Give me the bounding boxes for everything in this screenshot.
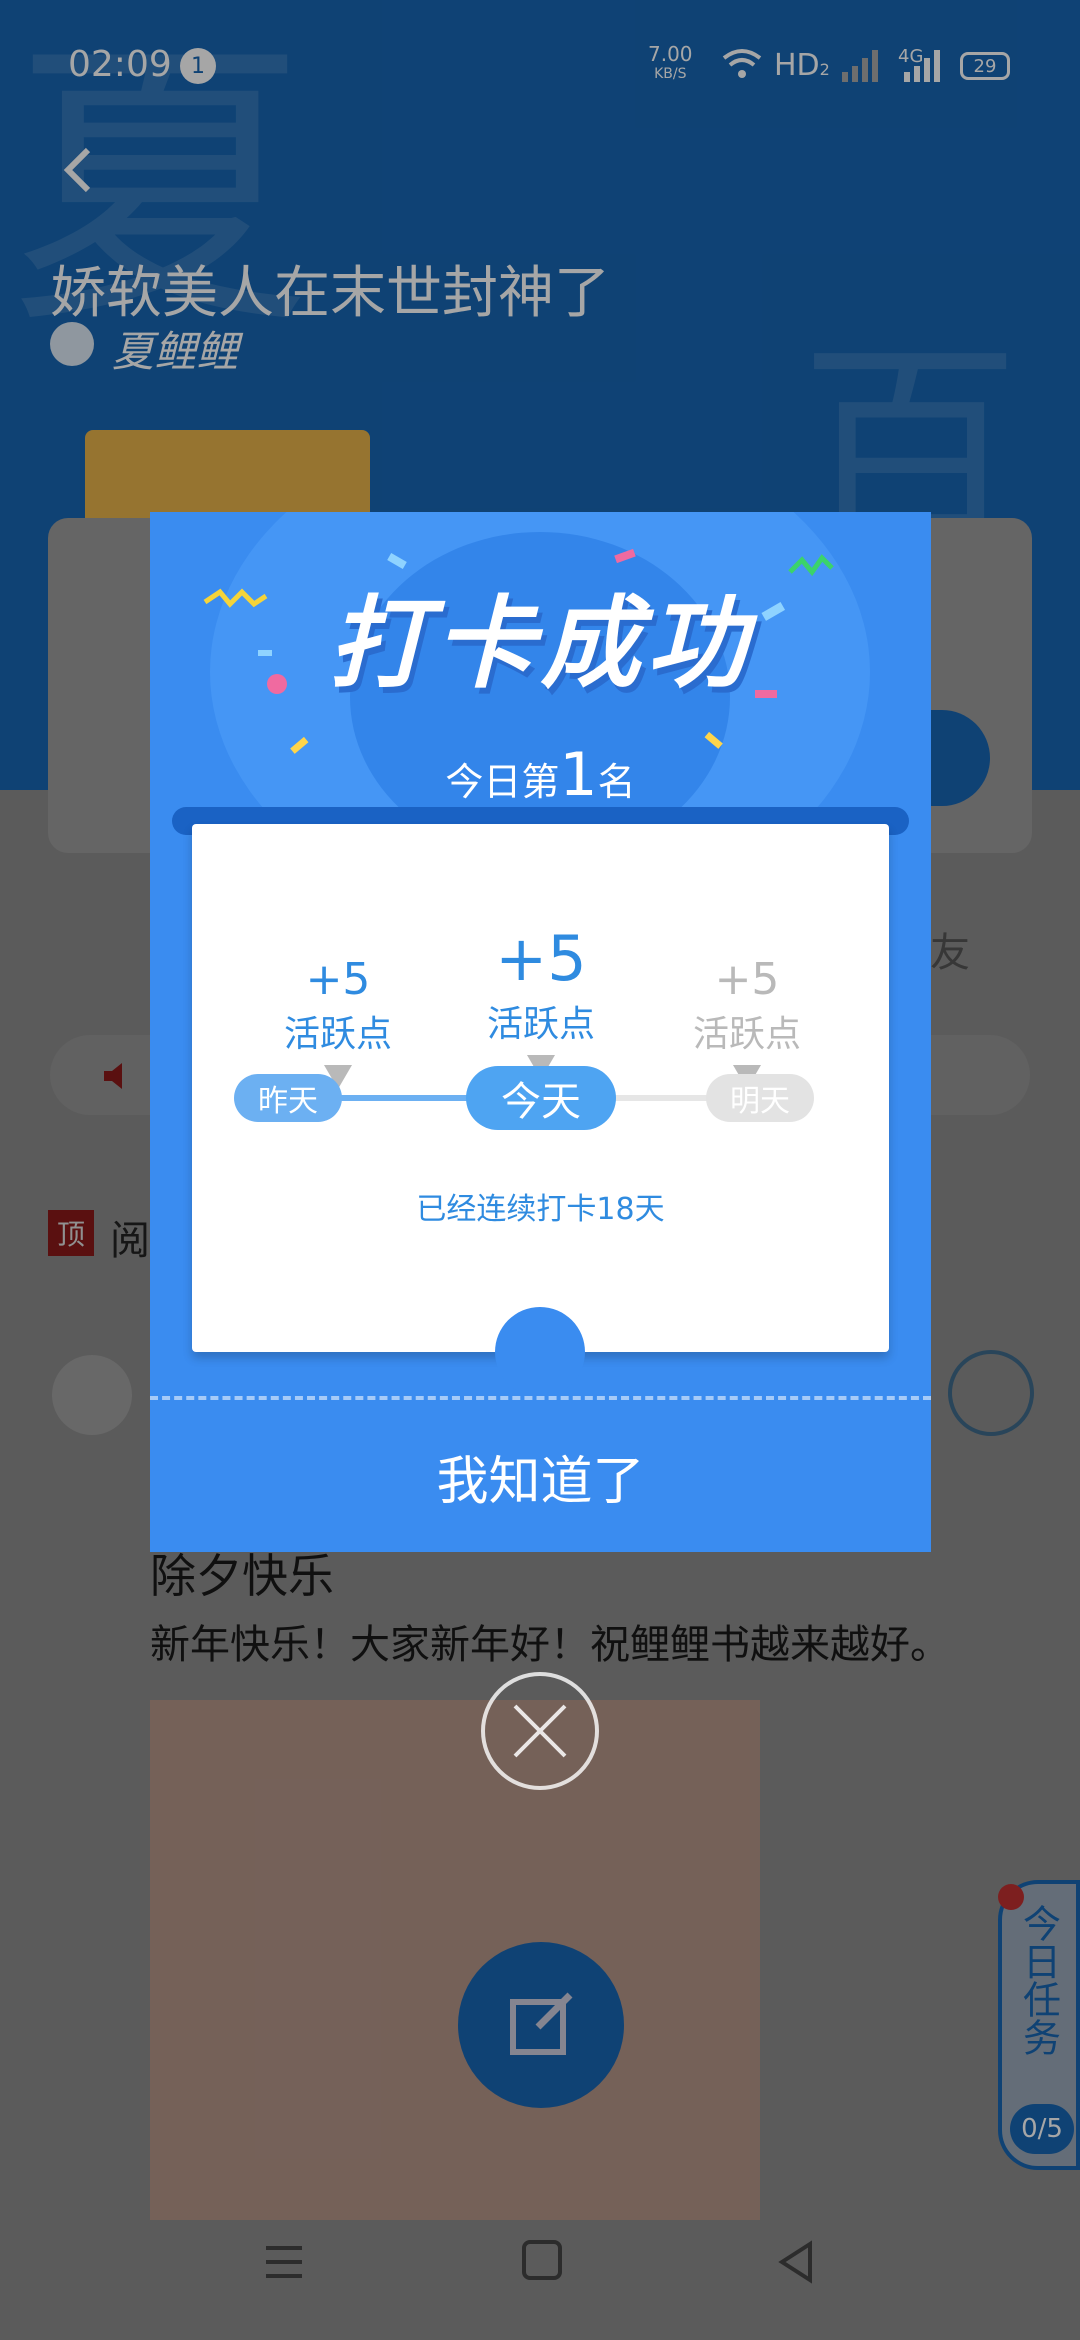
label-tomorrow: 活跃点 <box>692 1014 801 1055</box>
checkin-dialog: 打卡成功 今日第1名 +5 活跃点 +5 活跃点 +5 活跃点 昨天 今天 明天… <box>150 512 931 1552</box>
confirm-button[interactable]: 我知道了 <box>150 1400 931 1552</box>
close-icon <box>513 1704 567 1758</box>
dialog-title: 打卡成功 <box>328 585 753 702</box>
day-yesterday: +5 活跃点 <box>238 954 438 1089</box>
checkin-card: +5 活跃点 +5 活跃点 +5 活跃点 昨天 今天 明天 已经连续打卡18天 <box>192 824 889 1352</box>
pill-yesterday: 昨天 <box>234 1074 342 1122</box>
streak-text: 已经连续打卡18天 <box>416 1192 665 1227</box>
card-notch <box>495 1307 585 1397</box>
points-tomorrow: +5 <box>714 954 780 1005</box>
pill-today: 今天 <box>466 1066 616 1130</box>
close-button[interactable] <box>481 1672 599 1790</box>
day-tomorrow: +5 活跃点 <box>647 954 847 1089</box>
rank-text: 今日第1名 <box>445 740 636 810</box>
pill-tomorrow: 明天 <box>706 1074 814 1122</box>
day-today: +5 活跃点 <box>441 922 641 1079</box>
points-today: +5 <box>495 922 587 995</box>
label-yesterday: 活跃点 <box>283 1014 392 1055</box>
points-yesterday: +5 <box>305 954 371 1005</box>
label-today: 活跃点 <box>486 1004 595 1045</box>
